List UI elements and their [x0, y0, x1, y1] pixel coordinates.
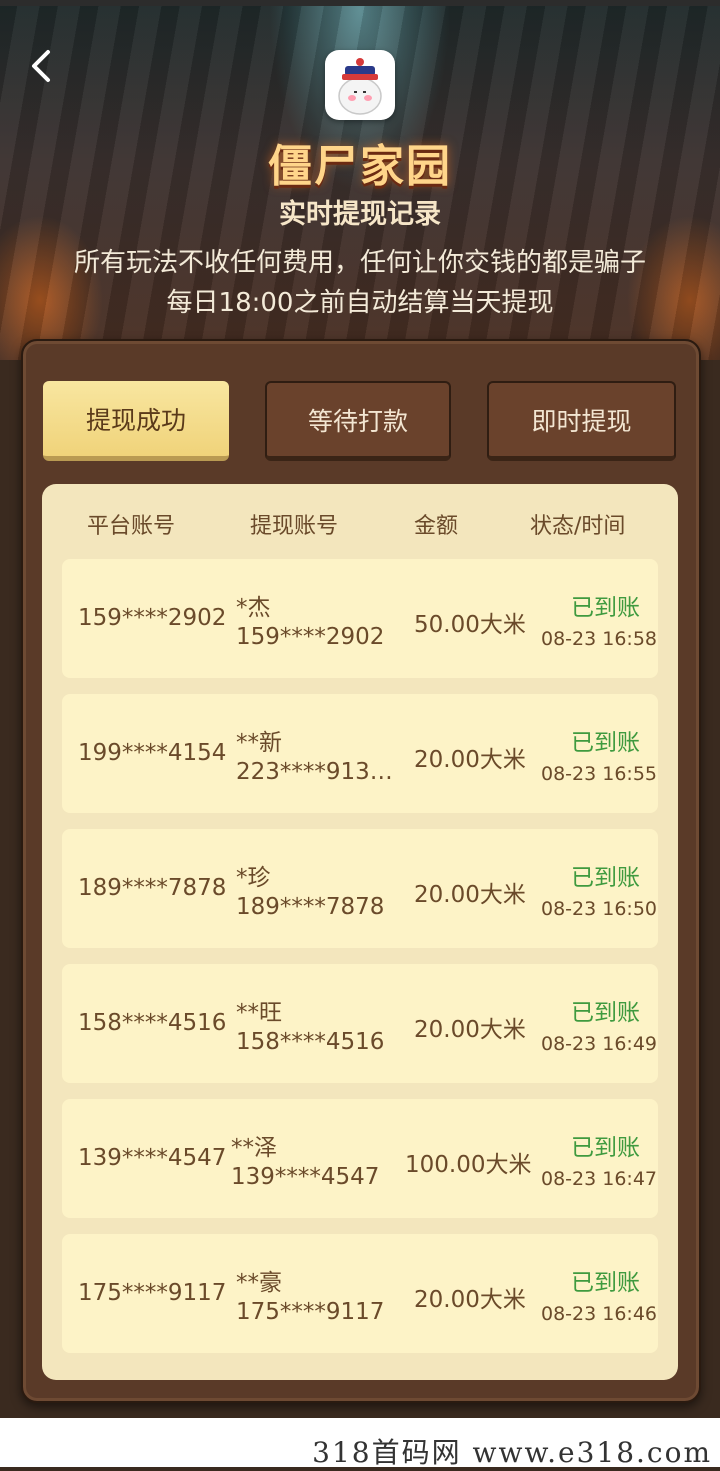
back-button[interactable]: [22, 46, 62, 86]
back-chevron-icon: [32, 50, 50, 82]
withdraw-account: 159****2902: [236, 624, 385, 650]
withdraw-name: *珍: [236, 865, 271, 891]
column-header-status-time: 状态/时间: [530, 514, 626, 539]
timestamp: 08-23 16:50: [541, 898, 658, 920]
column-header-platform: 平台账号: [87, 514, 176, 539]
withdraw-name: **旺: [236, 1000, 282, 1026]
amount: 50.00大米: [414, 612, 526, 638]
withdraw-account: 158****4516: [236, 1029, 385, 1055]
timestamp: 08-23 16:55: [541, 763, 658, 785]
tab-awaiting-payment[interactable]: 等待打款: [265, 381, 451, 461]
watermark-text: 318首码网 www.e318.com: [312, 1436, 712, 1469]
status-bar-strip: [0, 0, 720, 6]
timestamp: 08-23 16:49: [541, 1033, 658, 1055]
app-logo-icon: [325, 50, 395, 120]
withdraw-name: *杰: [236, 595, 271, 621]
platform-account: 175****9117: [78, 1280, 227, 1306]
withdraw-name: **豪: [236, 1270, 282, 1296]
tab-withdraw-success[interactable]: 提现成功: [43, 381, 229, 461]
status-badge: 已到账: [571, 1135, 640, 1161]
platform-account: 139****4547: [78, 1145, 227, 1171]
settlement-notice: 每日18:00之前自动结算当天提现: [166, 288, 554, 318]
amount: 20.00大米: [414, 882, 526, 908]
page-subtitle: 实时提现记录: [279, 199, 441, 230]
app-title: 僵尸家园: [268, 141, 452, 192]
fee-notice: 所有玩法不收任何费用，任何让你交钱的都是骗子: [73, 248, 646, 278]
platform-account: 159****2902: [78, 605, 227, 631]
status-badge: 已到账: [571, 1270, 640, 1296]
withdraw-account: 139****4547: [231, 1164, 380, 1190]
withdraw-account: 189****7878: [236, 894, 385, 920]
amount: 20.00大米: [414, 1017, 526, 1043]
status-badge: 已到账: [571, 595, 640, 621]
column-header-account: 提现账号: [250, 514, 339, 539]
withdraw-account: 175****9117: [236, 1299, 385, 1325]
status-badge: 已到账: [571, 730, 640, 756]
tab-instant-withdraw[interactable]: 即时提现: [487, 381, 676, 461]
withdraw-name: **泽: [231, 1135, 277, 1161]
timestamp: 08-23 16:47: [541, 1168, 658, 1190]
platform-account: 158****4516: [78, 1010, 227, 1036]
platform-account: 189****7878: [78, 875, 227, 901]
timestamp: 08-23 16:46: [541, 1303, 658, 1325]
amount: 20.00大米: [414, 1287, 526, 1313]
column-header-amount: 金额: [414, 514, 459, 539]
status-badge: 已到账: [571, 1000, 640, 1026]
withdraw-name: **新: [236, 730, 282, 756]
timestamp: 08-23 16:58: [541, 628, 658, 650]
status-badge: 已到账: [571, 865, 640, 891]
amount: 20.00大米: [414, 747, 526, 773]
platform-account: 199****4154: [78, 740, 227, 766]
amount: 100.00大米: [405, 1152, 532, 1178]
withdraw-account: 223****913…: [236, 759, 393, 785]
